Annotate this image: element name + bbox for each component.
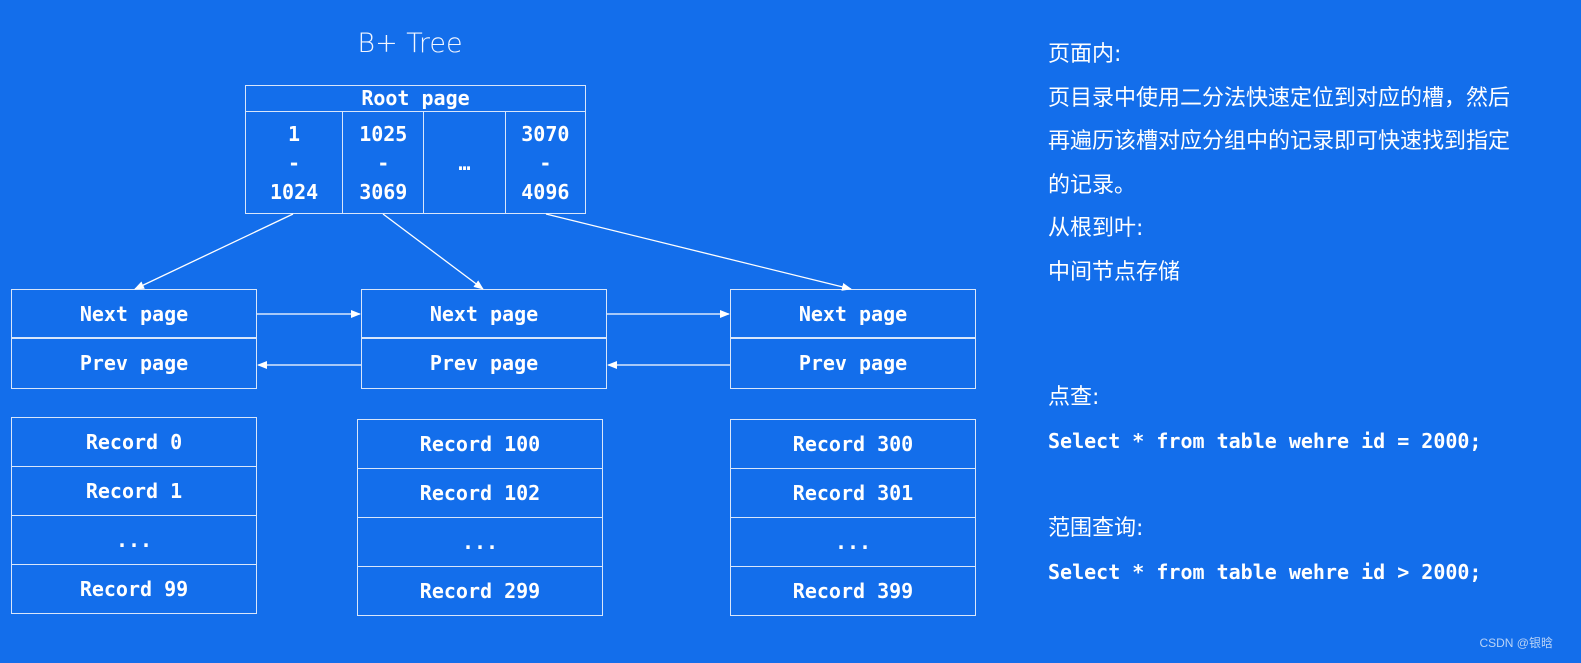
in-page-line-2: 再遍历该槽对应分组中的记录即可快速找到指定	[1048, 129, 1511, 154]
root-to-leaf-3-arrow	[545, 213, 852, 291]
point-query-sql: Select * from table wehre id = 2000;	[1048, 428, 1482, 453]
root-to-leaf-2-arrow	[382, 213, 484, 290]
root-to-leaf-1-arrow	[134, 213, 294, 290]
root-to-leaf-text: 中间节点存储	[1048, 259, 1181, 285]
root-to-leaf-heading: 从根到叶:	[1048, 216, 1144, 241]
in-page-line-1: 页目录中使用二分法快速定位到对应的槽，然后	[1048, 85, 1511, 111]
in-page-heading: 页面内:	[1048, 42, 1122, 67]
range-query-section: 范围查询: Select * from table wehre id > 200…	[1048, 507, 1481, 594]
range-query-sql: Select * from table wehre id > 2000;	[1048, 559, 1482, 584]
notes-panel: 页面内: 页目录中使用二分法快速定位到对应的槽，然后 再遍历该槽对应分组中的记录…	[1048, 33, 1510, 294]
range-query-heading: 范围查询:	[1048, 516, 1144, 541]
in-page-line-3: 的记录。	[1048, 172, 1137, 198]
point-query-heading: 点查:	[1048, 385, 1100, 410]
point-query-section: 点查: Select * from table wehre id = 2000;	[1048, 376, 1481, 463]
credit-watermark: CSDN @银晗	[1479, 636, 1553, 650]
